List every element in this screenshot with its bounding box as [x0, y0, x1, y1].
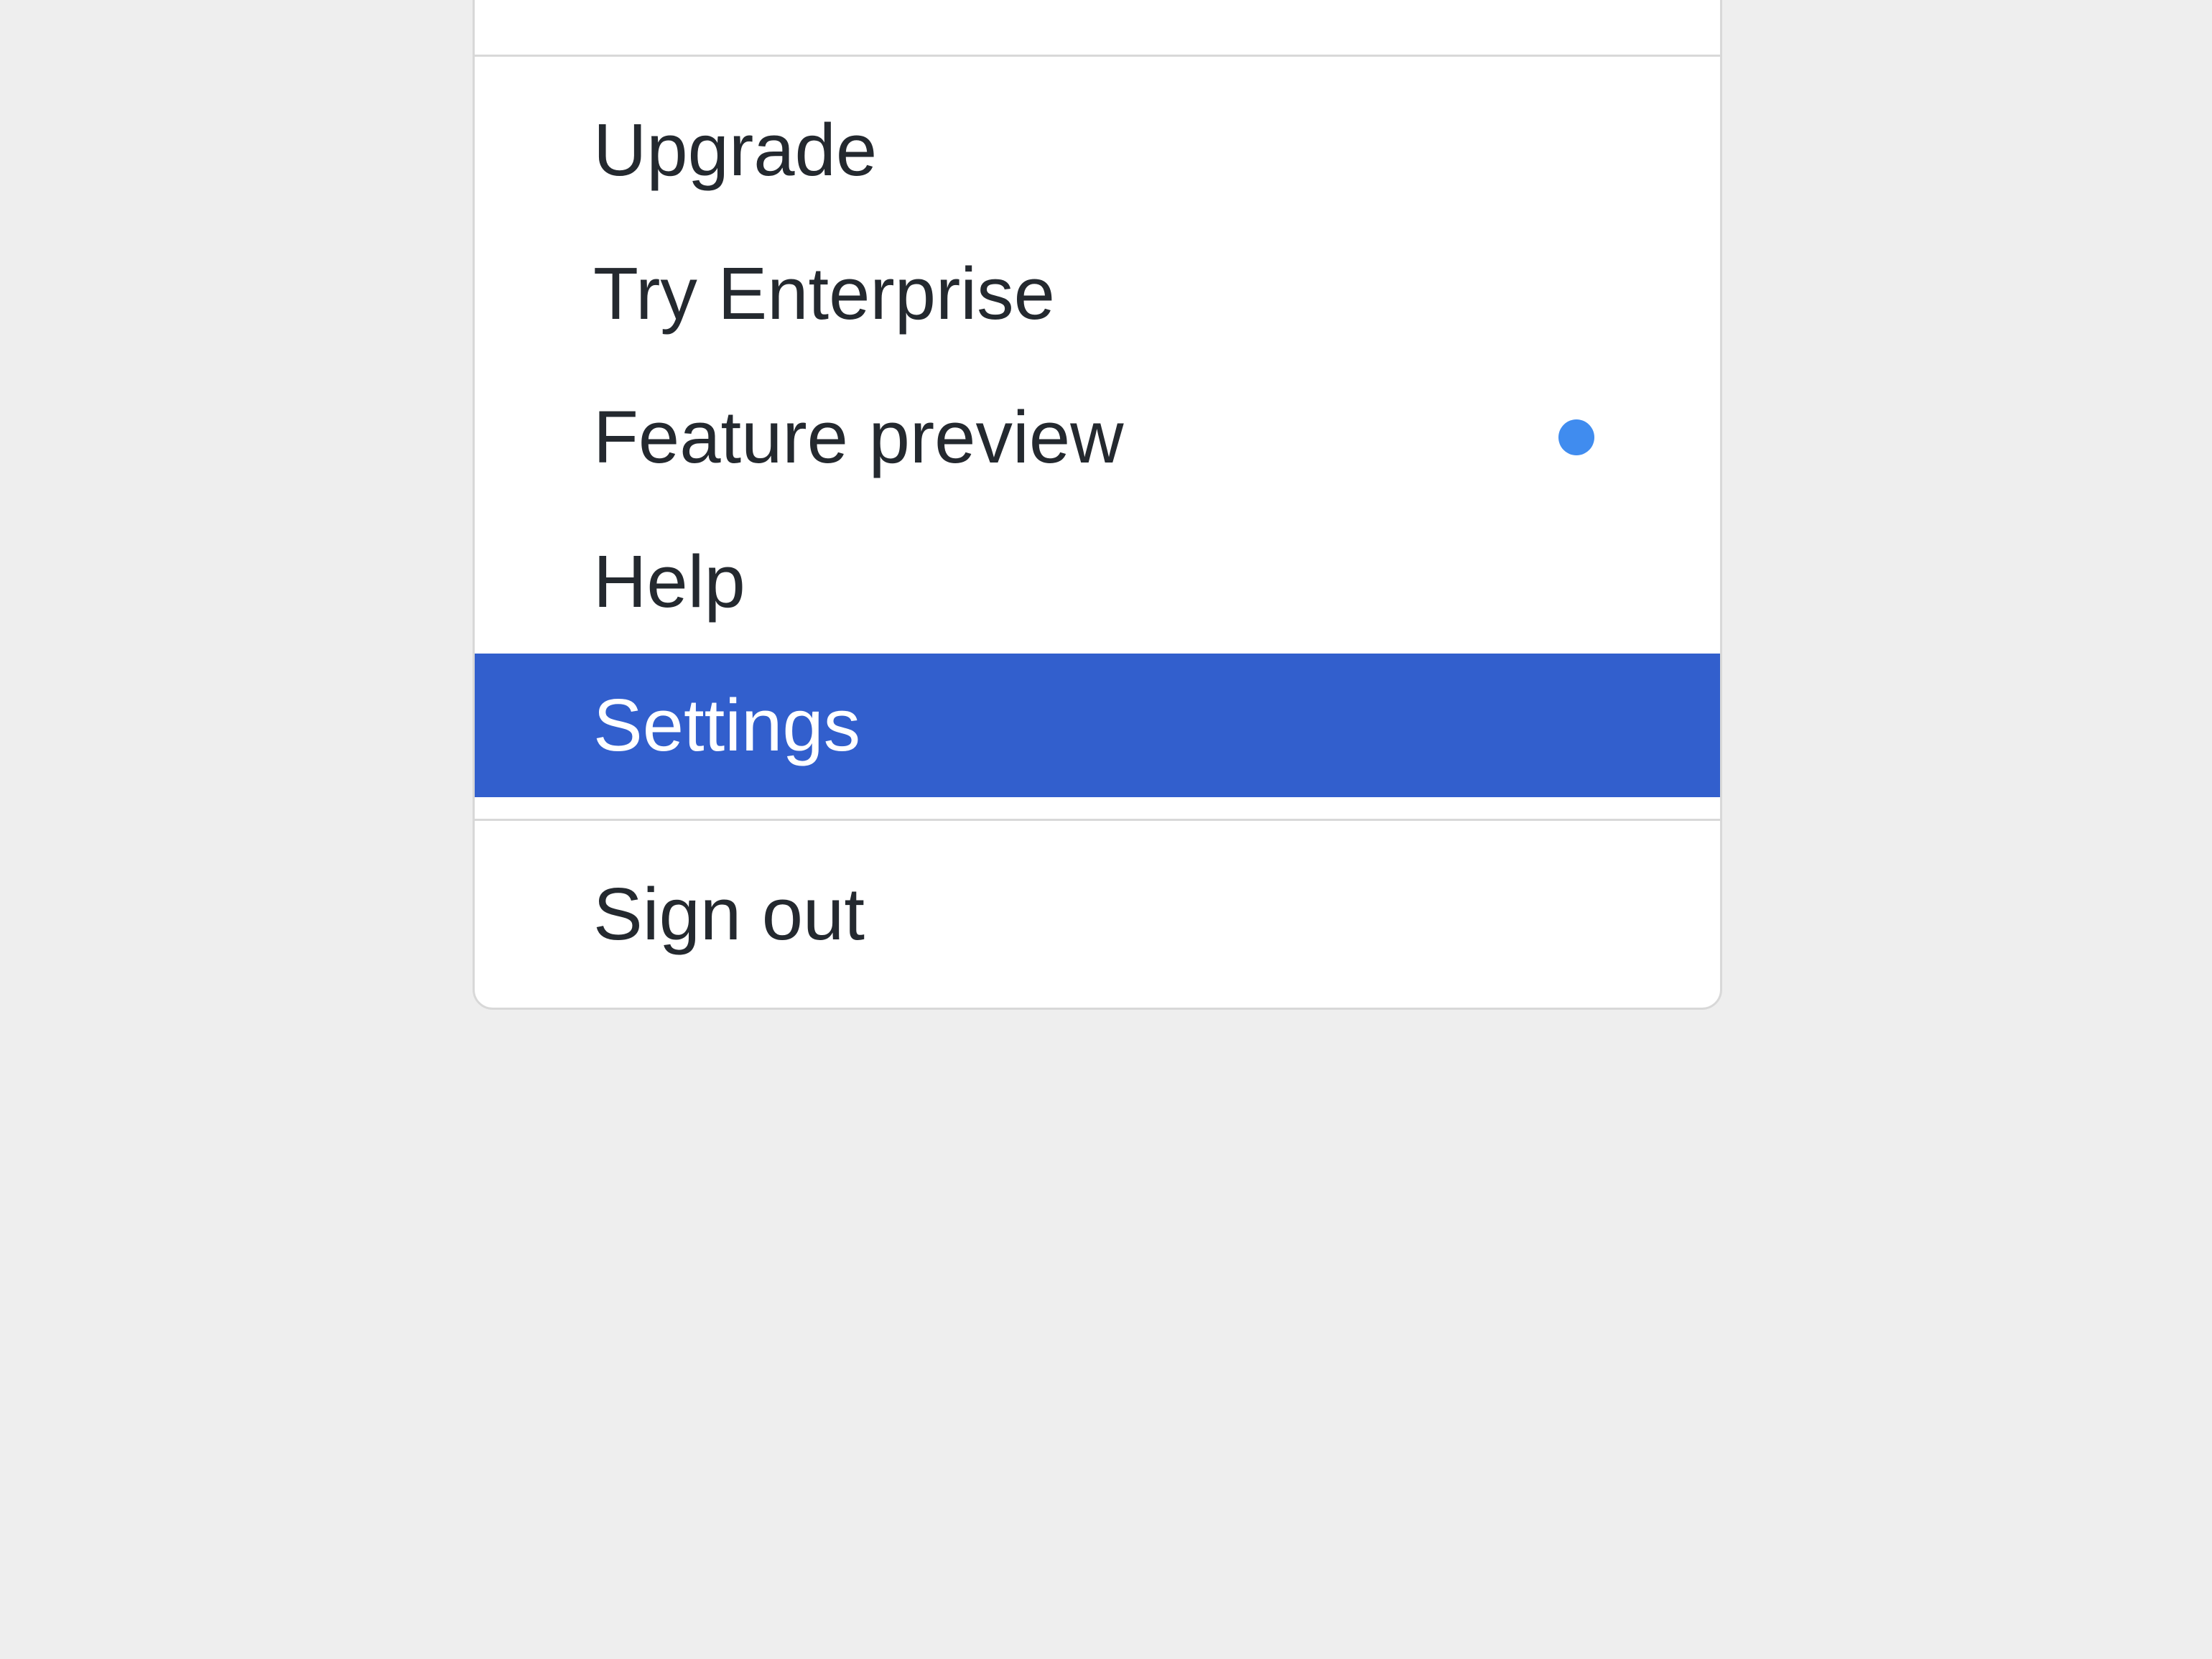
menu-section-signout: Sign out: [475, 819, 1720, 1008]
menu-item-signout[interactable]: Sign out: [475, 842, 1720, 986]
menu-item-label: Sign out: [593, 863, 1602, 966]
menu-item-label: Feature preview: [593, 386, 1558, 489]
menu-item-try-enterprise[interactable]: Try Enterprise: [475, 222, 1720, 366]
menu-section-top: [475, 0, 1720, 55]
menu-item-label: Settings: [593, 674, 1602, 777]
indicator-dot-icon: [1558, 419, 1594, 455]
menu-item-settings[interactable]: Settings: [475, 654, 1720, 797]
menu-item-label: Help: [593, 530, 1602, 633]
menu-section-main: Upgrade Try Enterprise Feature preview H…: [475, 55, 1720, 819]
menu-item-upgrade[interactable]: Upgrade: [475, 78, 1720, 222]
menu-item-feature-preview[interactable]: Feature preview: [475, 366, 1720, 509]
dropdown-menu: Upgrade Try Enterprise Feature preview H…: [473, 0, 1722, 1010]
menu-item-label: Upgrade: [593, 98, 1602, 202]
menu-item-help[interactable]: Help: [475, 510, 1720, 654]
menu-item-label: Try Enterprise: [593, 242, 1602, 345]
